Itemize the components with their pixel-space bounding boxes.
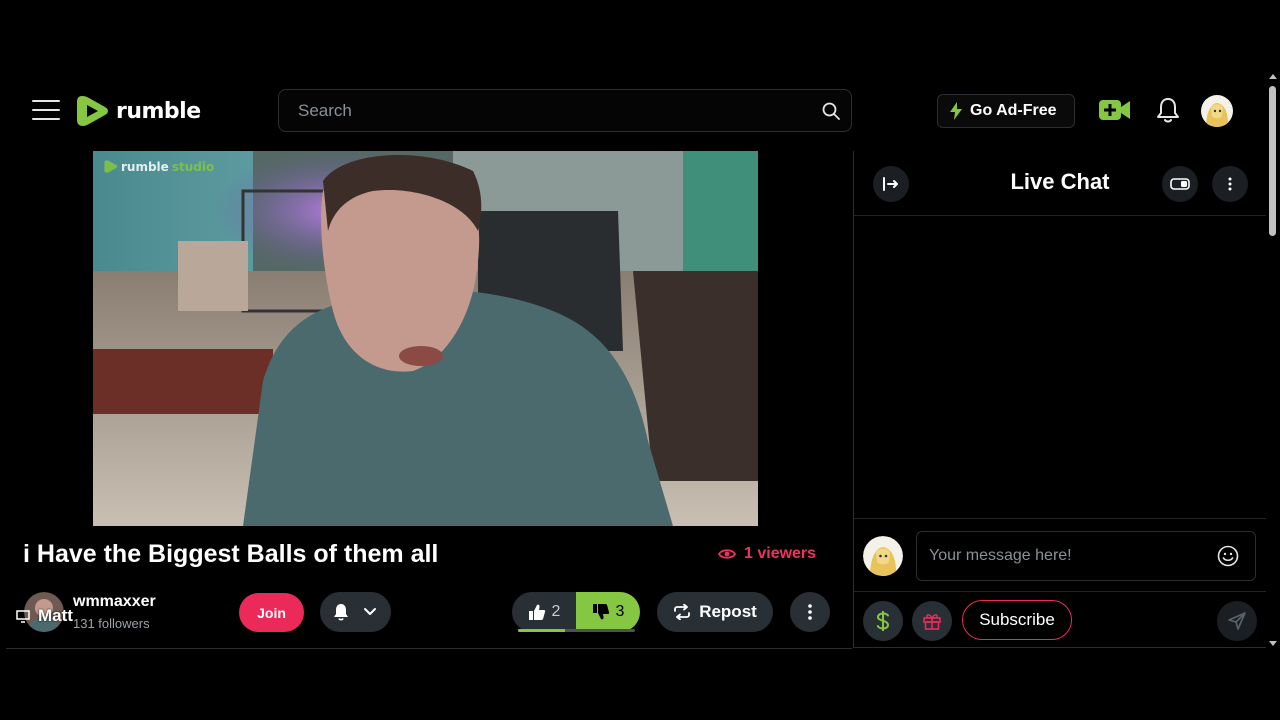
like-button[interactable]: 2 [512,592,576,632]
chat-messages [854,217,1266,517]
channel-overlay-name[interactable]: Matt [38,606,73,626]
divider [6,648,852,649]
rumble-watermark-icon [104,160,118,173]
chat-compose [854,518,1266,592]
video-frame [93,151,758,526]
scroll-down-arrow-icon[interactable] [1269,641,1277,646]
send-icon [1228,612,1246,630]
chat-header: Live Chat [854,151,1266,216]
repost-label: Repost [699,602,757,621]
video-watermark: rumble studio [104,159,214,174]
top-header: rumble Go Ad-Free [0,72,1266,150]
chat-actions: Subscribe [854,593,1266,648]
like-count: 2 [551,603,561,620]
notification-dropdown-button[interactable] [320,592,391,632]
chat-menu-button[interactable] [1212,166,1248,202]
video-title: i Have the Biggest Balls of them all [23,540,439,568]
logo-text: rumble [116,98,201,124]
dollar-icon [876,611,890,631]
watermark-brand: rumble [121,159,169,174]
subscribe-button[interactable]: Subscribe [962,600,1072,640]
thumbs-up-icon [528,604,545,620]
go-ad-free-label: Go Ad-Free [970,102,1057,119]
vote-ratio-fill [518,629,565,632]
chat-message-input[interactable] [917,532,1207,580]
repost-icon [674,604,691,620]
toggle-icon [1170,178,1190,190]
gift-icon [923,614,941,630]
scroll-up-arrow-icon[interactable] [1269,74,1277,79]
rant-button[interactable] [863,601,903,641]
chat-user-avatar [863,536,903,576]
dislike-button[interactable]: 3 [576,592,640,632]
chevron-down-icon [364,608,376,615]
vote-buttons: 2 3 [512,592,640,632]
join-button[interactable]: Join [239,593,304,632]
page-scrollbar[interactable] [1266,72,1280,648]
vertical-dots-icon [808,604,812,620]
live-chat-panel: Live Chat Your message here! Subscribe [853,151,1266,648]
menu-icon[interactable] [32,98,60,122]
channel-followers: 131 followers [73,616,150,631]
vertical-dots-icon [1228,177,1232,191]
viewer-count-label: 1 viewers [744,545,817,562]
eye-icon [718,549,736,559]
vote-ratio-bar [518,629,635,632]
channel-name[interactable]: wmmaxxer [73,593,156,611]
search-bar [278,89,852,132]
gift-button[interactable] [912,601,952,641]
rumble-logo[interactable]: rumble [76,92,201,130]
scrollbar-thumb[interactable] [1269,86,1276,236]
repost-button[interactable]: Repost [657,592,773,632]
bell-icon [334,604,348,621]
thumbs-down-icon [592,604,609,620]
screen-icon [16,610,30,623]
go-ad-free-button[interactable]: Go Ad-Free [937,94,1075,128]
user-avatar[interactable] [1200,94,1234,128]
emoji-icon[interactable] [1217,545,1239,567]
watermark-suffix: studio [171,159,215,174]
chat-mode-toggle[interactable] [1162,166,1198,202]
send-message-button[interactable] [1217,601,1257,641]
viewer-count: 1 viewers [718,545,816,563]
chat-title: Live Chat [1010,169,1110,194]
search-input[interactable] [279,90,809,131]
go-live-icon[interactable] [1098,98,1132,122]
chat-input-box [916,531,1256,581]
more-options-button[interactable] [790,592,830,632]
search-icon[interactable] [821,101,841,121]
channel-info: Matt wmmaxxer 131 followers [16,590,216,634]
lightning-icon [950,102,962,120]
video-player[interactable]: rumble studio [93,151,758,526]
bell-icon[interactable] [1156,97,1180,124]
rumble-logo-icon [77,96,108,126]
dislike-count: 3 [615,603,625,620]
